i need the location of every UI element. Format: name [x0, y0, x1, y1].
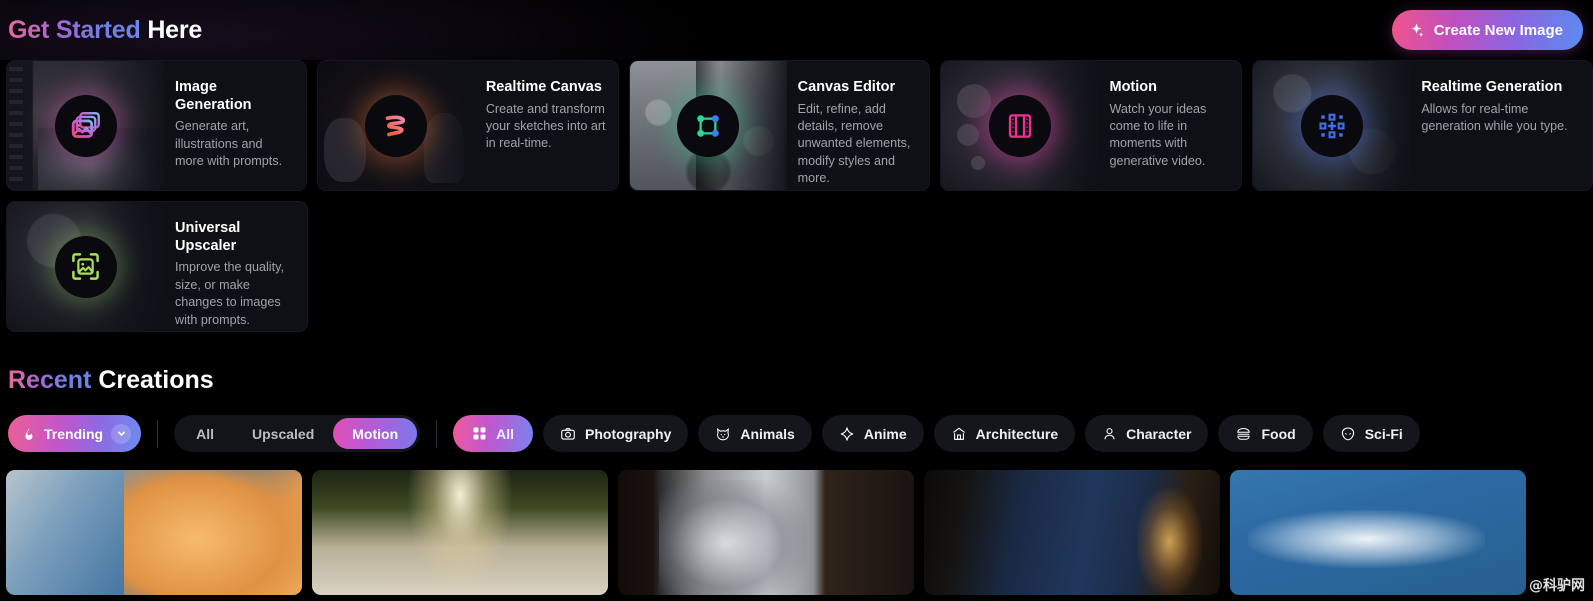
- chevron-down-icon[interactable]: [111, 423, 132, 444]
- feature-card-thumbnail: [941, 61, 1099, 190]
- image-stack-icon: [54, 94, 117, 157]
- feature-card-realtime-generation[interactable]: Realtime Generation Allows for real-time…: [1252, 60, 1593, 191]
- gallery-item[interactable]: [1230, 470, 1526, 595]
- film-strip-icon: [988, 94, 1051, 157]
- category-pill-sci-fi[interactable]: Sci-Fi: [1322, 415, 1420, 452]
- feature-card-description: Edit, refine, add details, remove unwant…: [797, 101, 911, 186]
- category-pill-photography[interactable]: Photography: [543, 415, 689, 452]
- page-title-accent: Get Started: [8, 15, 141, 44]
- feature-card-title: Canvas Editor: [797, 79, 896, 95]
- create-new-image-button[interactable]: Create New Image: [1391, 10, 1583, 50]
- gallery-item[interactable]: [924, 470, 1220, 595]
- feature-card-title: Universal Upscaler: [175, 220, 241, 254]
- flame-icon: [22, 426, 36, 442]
- category-pill-animals[interactable]: Animals: [698, 415, 812, 452]
- feature-card-body: Image Generation Generate art, illustrat…: [164, 61, 306, 190]
- category-pill-label: Sci-Fi: [1364, 425, 1403, 442]
- watermark: @科驴网: [1529, 578, 1585, 594]
- recent-creations-gallery: [0, 470, 1593, 595]
- feature-card-realtime-canvas[interactable]: Realtime Canvas Create and transform you…: [316, 60, 619, 191]
- create-new-image-label: Create New Image: [1433, 21, 1563, 39]
- category-pill-label: Character: [1126, 425, 1192, 442]
- camera-icon: [560, 426, 576, 442]
- feature-card-thumbnail: [7, 202, 164, 331]
- category-pill-label: Animals: [740, 425, 795, 442]
- category-pill-character[interactable]: Character: [1085, 415, 1209, 452]
- feature-card-thumbnail: [1253, 61, 1411, 190]
- burger-icon: [1235, 426, 1252, 442]
- page-header: Get Started Here Create New Image: [0, 0, 1593, 60]
- person-icon: [1102, 426, 1117, 442]
- cat-icon: [715, 426, 731, 442]
- feature-card-title: Motion: [1109, 79, 1157, 95]
- feature-card-thumbnail: [629, 61, 787, 190]
- type-segmented-control: All Upscaled Motion: [174, 415, 421, 452]
- feature-card-body: Universal Upscaler Improve the quality, …: [164, 202, 307, 331]
- filters-bar: Trending All Upscaled Motion All Photogr…: [0, 415, 1593, 452]
- gallery-item[interactable]: [312, 470, 608, 595]
- segment-all[interactable]: All: [177, 418, 233, 449]
- sort-trending-dropdown[interactable]: Trending: [8, 415, 142, 452]
- feature-card-image-generation[interactable]: Image Generation Generate art, illustrat…: [6, 60, 307, 191]
- recent-title-accent: Recent: [8, 366, 92, 394]
- category-pill-label: Food: [1261, 425, 1296, 442]
- recent-creations-title: Recent Creations: [0, 366, 1593, 395]
- page-title: Get Started Here: [8, 15, 203, 44]
- feature-card-description: Generate art, illustrations and more wit…: [175, 119, 283, 169]
- category-pill-food[interactable]: Food: [1218, 415, 1313, 452]
- feature-card-body: Canvas Editor Edit, refine, add details,…: [787, 61, 930, 190]
- category-pill-anime[interactable]: Anime: [821, 415, 924, 452]
- filter-divider: [157, 419, 159, 448]
- feature-card-body: Motion Watch your ideas come to life in …: [1098, 61, 1241, 190]
- feature-card-description: Create and transform your sketches into …: [485, 101, 606, 151]
- feature-card-canvas-editor[interactable]: Canvas Editor Edit, refine, add details,…: [628, 60, 931, 191]
- sparkle-icon: [839, 426, 855, 442]
- feature-card-title: Realtime Generation: [1421, 79, 1563, 95]
- feature-card-thumbnail: [7, 61, 164, 190]
- segment-motion[interactable]: Motion: [333, 418, 418, 449]
- gallery-item[interactable]: [6, 470, 302, 595]
- squiggle-brush-icon: [365, 94, 428, 157]
- feature-card-description: Watch your ideas come to life in moments…: [1109, 101, 1207, 168]
- upscale-image-icon: [54, 235, 117, 298]
- transform-nodes-icon: [677, 94, 740, 157]
- gallery-item[interactable]: [618, 470, 914, 595]
- feature-cards-row-2: Universal Upscaler Improve the quality, …: [0, 201, 1593, 332]
- filter-divider: [436, 419, 438, 448]
- sparkles-icon: [1408, 22, 1425, 39]
- feature-cards-row: Image Generation Generate art, illustrat…: [0, 60, 1593, 191]
- feature-card-title: Image Generation: [175, 79, 252, 113]
- feature-card-motion[interactable]: Motion Watch your ideas come to life in …: [940, 60, 1243, 191]
- building-icon: [951, 426, 967, 442]
- alien-icon: [1340, 426, 1356, 442]
- category-pill-all[interactable]: All: [453, 415, 534, 452]
- feature-card-universal-upscaler[interactable]: Universal Upscaler Improve the quality, …: [6, 201, 308, 332]
- category-pill-architecture[interactable]: Architecture: [933, 415, 1076, 452]
- segment-upscaled[interactable]: Upscaled: [233, 418, 333, 449]
- sort-trending-label: Trending: [44, 425, 104, 442]
- feature-card-thumbnail: [317, 61, 475, 190]
- category-pill-label: Photography: [585, 425, 672, 442]
- category-pill-label: Architecture: [975, 425, 1059, 442]
- feature-card-body: Realtime Generation Allows for real-time…: [1410, 61, 1592, 190]
- feature-card-description: Improve the quality, size, or make chang…: [175, 260, 284, 327]
- feature-card-title: Realtime Canvas: [485, 79, 602, 95]
- feature-card-body: Realtime Canvas Create and transform you…: [475, 61, 618, 190]
- category-pill-label: All: [496, 425, 515, 442]
- recent-title-plain: Creations: [98, 366, 214, 394]
- grid-icon: [472, 426, 487, 441]
- page-title-plain: Here: [147, 15, 203, 44]
- category-pill-label: Anime: [863, 425, 907, 442]
- grid-plus-icon: [1300, 94, 1363, 157]
- feature-card-description: Allows for real-time generation while yo…: [1421, 101, 1568, 134]
